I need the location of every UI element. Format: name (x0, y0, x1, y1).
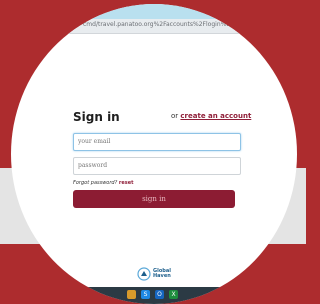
password-field[interactable] (73, 157, 241, 175)
sign-in-button[interactable]: sign in (73, 190, 235, 208)
forgot-password-text: Forgot password? (73, 180, 118, 186)
create-account-link[interactable]: create an account (180, 112, 251, 120)
page-title: Sign in (73, 110, 120, 124)
or-text: or (171, 112, 179, 120)
reset-link[interactable]: reset (119, 180, 134, 186)
browser-tab-strip (11, 4, 297, 19)
logo-line-2: Haven (153, 273, 171, 279)
address-bar[interactable]: cmd/travel.panatoo.org%2Faccounts%2Flogi… (11, 19, 297, 34)
outlook-icon[interactable]: O (155, 290, 164, 299)
email-field[interactable] (73, 133, 241, 151)
logo-text: Global Haven (153, 269, 171, 279)
address-bar-url[interactable]: cmd/travel.panatoo.org%2Faccounts%2Flogi… (83, 21, 265, 28)
excel-icon[interactable]: X (169, 290, 178, 299)
global-haven-logo: Global Haven (137, 267, 171, 281)
skype-icon[interactable]: S (141, 290, 150, 299)
logo-icon (137, 267, 151, 281)
folder-icon[interactable] (127, 290, 136, 299)
taskbar: S O X (11, 287, 297, 304)
create-account-prompt: or create an account (171, 112, 251, 120)
circular-viewport: cmd/travel.panatoo.org%2Faccounts%2Flogi… (11, 4, 297, 304)
forgot-password-row: Forgot password? reset (73, 180, 133, 186)
